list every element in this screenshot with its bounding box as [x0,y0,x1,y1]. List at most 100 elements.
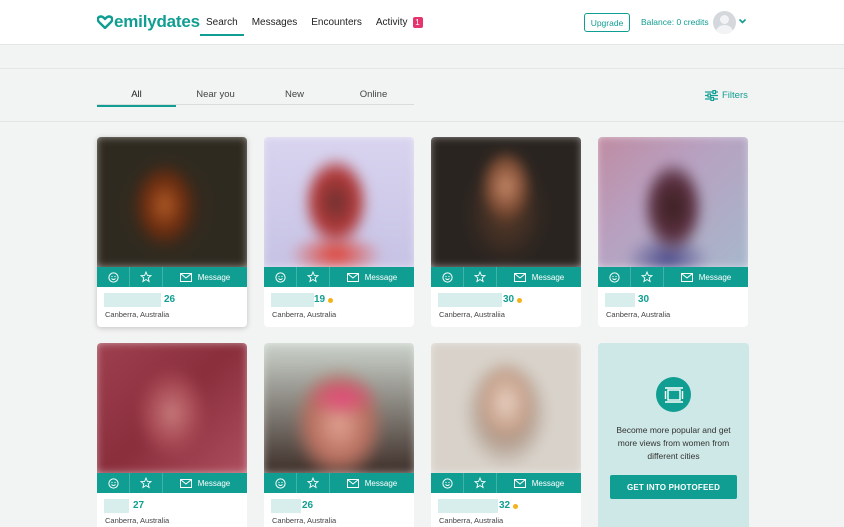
profile-age: 30 [638,294,650,305]
profile-info: 32 Canberra, Australia [431,493,581,527]
nav-search[interactable]: Search [200,0,244,45]
envelope-icon [179,272,192,282]
wink-button[interactable] [598,267,631,287]
favorite-button[interactable] [464,473,497,493]
star-icon [140,271,152,283]
profile-location: Canberra, Australia [439,516,504,525]
get-into-photofeed-button[interactable]: GET INTO PHOTOFEED [610,475,737,499]
star-icon [140,477,152,489]
nav-encounters-label: Encounters [311,17,362,28]
nav-encounters[interactable]: Encounters [305,0,368,45]
card-actions: Message [97,267,247,287]
profile-age: 27 [133,500,145,511]
message-label: Message [197,478,231,488]
wink-button[interactable] [431,473,464,493]
wink-button[interactable] [97,473,130,493]
name-redacted [104,293,161,307]
profile-age: 30 [503,294,515,305]
filter-bar: All Near you New Online Filters [0,68,844,122]
name-redacted [271,499,301,513]
message-button[interactable]: Message [664,267,748,287]
envelope-icon [513,478,526,488]
nav-activity[interactable]: Activity 1 [370,0,429,45]
balance-text[interactable]: Balance: 0 credits [641,17,709,27]
smiley-icon [608,271,620,283]
profile-photo[interactable] [598,137,748,267]
tab-all[interactable]: All [97,89,176,107]
card-actions: Message [264,473,414,493]
star-icon [307,477,319,489]
chevron-down-icon[interactable] [738,17,747,25]
profile-info: 26 Canberra, Australia [97,287,247,327]
profile-card[interactable]: Message 30 Canberra, Australiia [431,137,581,327]
tab-new[interactable]: New [255,89,334,105]
wink-button[interactable] [97,267,130,287]
smiley-icon [274,271,286,283]
profile-location: Canberra, Australia [272,310,337,319]
profile-card[interactable]: Message 26 Canberra, Australia [97,137,247,327]
profile-photo[interactable] [264,137,414,267]
profile-photo[interactable] [431,343,581,473]
favorite-button[interactable] [130,473,163,493]
message-button[interactable]: Message [330,473,414,493]
nav-search-label: Search [206,17,238,28]
profile-photo[interactable] [97,343,247,473]
message-button[interactable]: Message [330,267,414,287]
profile-info: 30 Canberra, Australiia [431,287,581,327]
online-indicator [513,504,518,509]
sliders-icon [705,90,718,101]
name-redacted [438,293,502,307]
activity-badge: 1 [412,17,423,28]
profile-location: Canberra, Australia [606,310,671,319]
name-redacted [104,499,129,513]
profile-card[interactable]: Message 19 Canberra, Australia [264,137,414,327]
profile-age: 32 [499,500,511,511]
message-button[interactable]: Message [497,267,581,287]
wink-button[interactable] [264,267,297,287]
wink-button[interactable] [264,473,297,493]
profile-photo[interactable] [264,343,414,473]
profile-card[interactable]: Message 27 Canberra, Australia [97,343,247,527]
online-indicator [328,298,333,303]
message-label: Message [364,478,398,488]
message-button[interactable]: Message [163,267,247,287]
message-button[interactable]: Message [497,473,581,493]
main-nav: Search Messages Encounters Activity 1 [200,0,431,45]
profile-card[interactable]: Message 26 Canberra, Australia [264,343,414,527]
profile-card[interactable]: Message 32 Canberra, Australia [431,343,581,527]
favorite-button[interactable] [464,267,497,287]
user-avatar-icon[interactable] [713,11,736,34]
favorite-button[interactable] [297,473,330,493]
name-redacted [438,499,498,513]
envelope-icon [346,478,359,488]
favorite-button[interactable] [130,267,163,287]
profile-card[interactable]: Message 30 Canberra, Australia [598,137,748,327]
wink-button[interactable] [431,267,464,287]
profile-info: 27 Canberra, Australia [97,493,247,527]
message-button[interactable]: Message [163,473,247,493]
envelope-icon [179,478,192,488]
message-label: Message [364,272,398,282]
profile-location: Canberra, Australia [272,516,337,525]
profile-photo[interactable] [431,137,581,267]
upgrade-button[interactable]: Upgrade [584,13,630,32]
profile-photo[interactable] [97,137,247,267]
card-actions: Message [97,473,247,493]
star-icon [641,271,653,283]
tab-near-you[interactable]: Near you [176,89,255,105]
favorite-button[interactable] [297,267,330,287]
filters-button[interactable]: Filters [705,90,748,101]
profile-info: 19 Canberra, Australia [264,287,414,327]
logo[interactable]: emilydates [97,11,200,33]
favorite-button[interactable] [631,267,664,287]
nav-messages[interactable]: Messages [246,0,304,45]
logo-text: emilydates [114,12,200,31]
smiley-icon [107,271,119,283]
message-label: Message [531,272,565,282]
card-actions: Message [598,267,748,287]
profile-info: 26 Canberra, Australia [264,493,414,527]
tab-online[interactable]: Online [334,89,413,105]
heart-logo-icon [97,15,113,29]
search-tabs: All Near you New Online [97,89,414,107]
star-icon [474,271,486,283]
